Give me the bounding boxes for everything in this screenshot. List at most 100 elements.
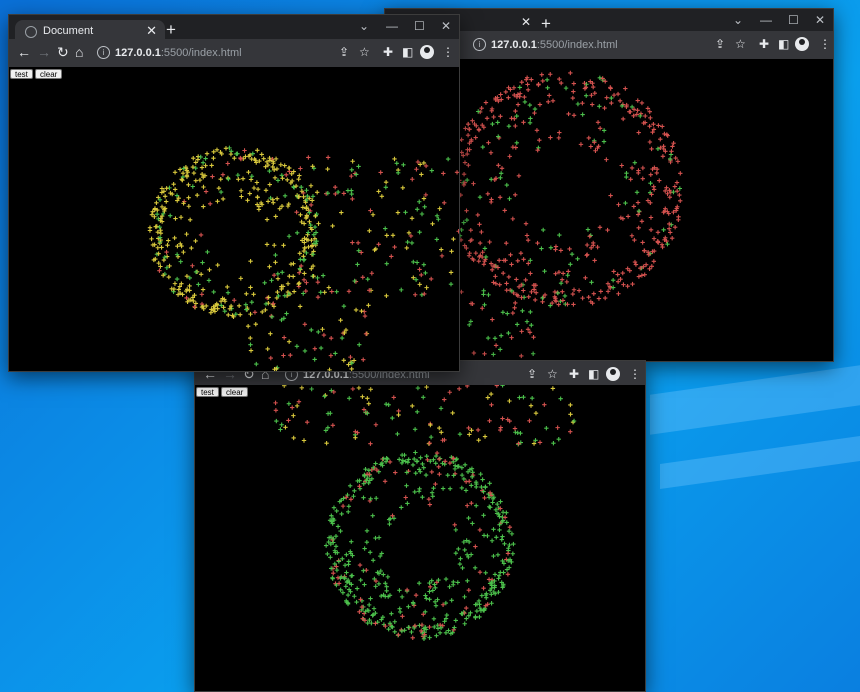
site-info-icon[interactable]: i bbox=[473, 38, 486, 51]
clear-button[interactable]: clear bbox=[35, 69, 63, 79]
particle bbox=[155, 245, 161, 250]
particle bbox=[405, 501, 410, 506]
menu-icon[interactable]: ⋮ bbox=[629, 367, 641, 381]
particle bbox=[286, 339, 292, 344]
minimize-button[interactable]: — bbox=[760, 13, 772, 27]
test-button[interactable]: test bbox=[10, 69, 33, 79]
particle bbox=[178, 215, 184, 220]
extensions-icon[interactable]: ✚ bbox=[759, 37, 769, 51]
particle bbox=[427, 635, 432, 640]
particle bbox=[477, 570, 483, 575]
particle bbox=[481, 292, 486, 297]
particle bbox=[193, 238, 198, 244]
side-panel-icon[interactable]: ◧ bbox=[402, 45, 413, 59]
particle bbox=[355, 430, 360, 435]
bookmark-star-icon[interactable]: ☆ bbox=[359, 45, 370, 59]
particle bbox=[299, 385, 305, 390]
tab-close-icon[interactable]: ✕ bbox=[521, 15, 531, 29]
forward-button[interactable]: → bbox=[37, 44, 51, 60]
particle bbox=[492, 572, 498, 577]
tab-close-icon[interactable]: ✕ bbox=[146, 23, 157, 39]
particle bbox=[392, 619, 397, 624]
test-button[interactable]: test bbox=[196, 387, 219, 397]
particle bbox=[556, 437, 561, 442]
particle bbox=[222, 309, 227, 314]
close-window-button[interactable]: ✕ bbox=[815, 13, 825, 27]
particle bbox=[370, 613, 375, 618]
bookmark-star-icon[interactable]: ☆ bbox=[547, 367, 558, 381]
particle bbox=[462, 594, 467, 600]
particle bbox=[504, 510, 509, 515]
particle bbox=[468, 228, 473, 233]
page-canvas-area[interactable]: test clear bbox=[9, 67, 459, 371]
particle bbox=[631, 204, 637, 209]
particle bbox=[172, 170, 178, 175]
particle bbox=[338, 528, 343, 534]
particle bbox=[464, 616, 469, 621]
particle bbox=[471, 181, 476, 186]
new-tab-button[interactable]: + bbox=[166, 20, 176, 40]
close-window-button[interactable]: ✕ bbox=[441, 19, 451, 33]
particle bbox=[261, 156, 266, 161]
particle bbox=[383, 226, 388, 231]
tab-search-chevron-icon[interactable]: ⌄ bbox=[359, 19, 369, 33]
particle bbox=[323, 393, 328, 398]
extensions-icon[interactable]: ✚ bbox=[569, 367, 579, 381]
particle-canvas[interactable] bbox=[9, 67, 459, 371]
particle bbox=[558, 248, 564, 253]
particle bbox=[537, 137, 542, 143]
particle bbox=[534, 128, 540, 133]
particle bbox=[529, 395, 535, 401]
particle bbox=[481, 585, 486, 591]
menu-icon[interactable]: ⋮ bbox=[819, 37, 831, 51]
extensions-icon[interactable]: ✚ bbox=[383, 45, 393, 59]
menu-icon[interactable]: ⋮ bbox=[442, 45, 454, 59]
home-button[interactable]: ⌂ bbox=[75, 44, 83, 60]
page-canvas-area[interactable]: test clear bbox=[195, 385, 645, 691]
back-button[interactable]: ← bbox=[17, 44, 31, 60]
particle bbox=[400, 614, 405, 619]
particle bbox=[187, 283, 192, 289]
particle bbox=[225, 290, 231, 295]
particle bbox=[465, 132, 471, 138]
address-bar[interactable]: i 127.0.0.1:5500/index.html bbox=[97, 42, 297, 64]
address-bar[interactable]: i 127.0.0.1:5500/index.html bbox=[473, 34, 673, 56]
particle bbox=[248, 311, 253, 317]
side-panel-icon[interactable]: ◧ bbox=[778, 37, 789, 51]
minimize-button[interactable]: — bbox=[386, 19, 398, 33]
share-icon[interactable]: ⇪ bbox=[339, 45, 349, 59]
particle-canvas[interactable] bbox=[195, 385, 645, 691]
profile-avatar[interactable] bbox=[795, 37, 809, 51]
particle bbox=[301, 257, 307, 262]
tab-search-chevron-icon[interactable]: ⌄ bbox=[733, 13, 743, 27]
maximize-button[interactable]: ☐ bbox=[414, 19, 425, 33]
particle bbox=[604, 157, 609, 162]
particle bbox=[371, 606, 377, 611]
particle bbox=[659, 242, 665, 247]
profile-avatar[interactable] bbox=[606, 367, 620, 381]
particle bbox=[281, 243, 286, 248]
particle bbox=[617, 98, 623, 104]
maximize-button[interactable]: ☐ bbox=[788, 13, 799, 27]
particle bbox=[350, 159, 355, 164]
particle bbox=[469, 483, 474, 488]
particle bbox=[309, 327, 314, 333]
particle bbox=[528, 309, 533, 315]
side-panel-icon[interactable]: ◧ bbox=[588, 367, 599, 381]
clear-button[interactable]: clear bbox=[221, 387, 249, 397]
share-icon[interactable]: ⇪ bbox=[527, 367, 537, 381]
particle bbox=[563, 85, 569, 91]
particle bbox=[575, 256, 580, 261]
share-icon[interactable]: ⇪ bbox=[715, 37, 725, 51]
site-info-icon[interactable]: i bbox=[97, 46, 110, 59]
particle bbox=[203, 156, 208, 161]
reload-button[interactable]: ↻ bbox=[57, 44, 69, 61]
profile-avatar[interactable] bbox=[420, 45, 434, 59]
particle bbox=[385, 574, 391, 580]
particle bbox=[586, 135, 591, 141]
particle bbox=[597, 104, 602, 109]
particle bbox=[448, 270, 454, 275]
particle bbox=[161, 257, 167, 263]
particle bbox=[310, 198, 315, 203]
bookmark-star-icon[interactable]: ☆ bbox=[735, 37, 746, 51]
